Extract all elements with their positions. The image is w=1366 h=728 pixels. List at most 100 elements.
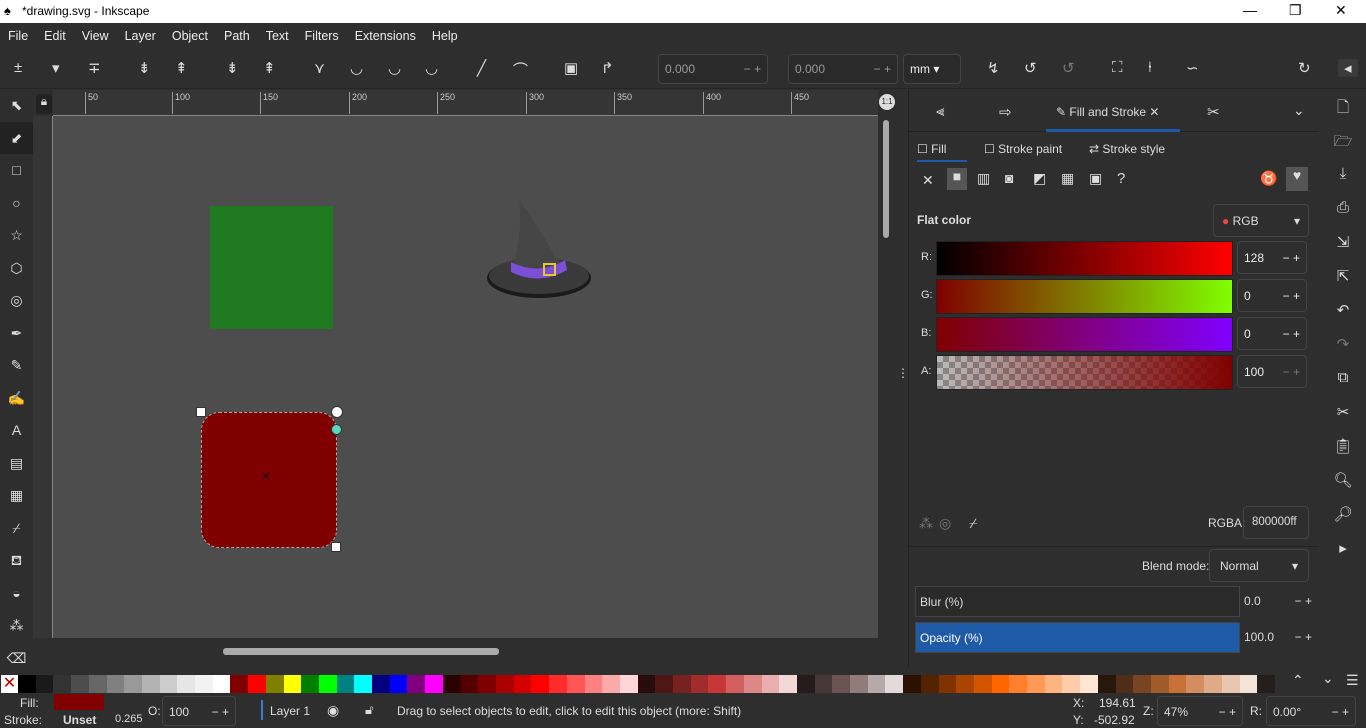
text-tool-icon[interactable]: A [0,414,33,447]
show-outline-icon[interactable]: ↺ [1024,59,1037,77]
path-effect-icon[interactable]: ∽ [1186,59,1199,77]
star-tool-icon[interactable]: ☆ [0,219,33,252]
palette-swatch[interactable] [336,675,355,693]
eraser-tool-icon[interactable]: ⌫ [0,642,33,675]
pen-tool-icon[interactable]: ✒ [0,317,33,350]
show-transform-handles-icon[interactable]: ⛶ [1112,59,1123,76]
canvas[interactable]: × [53,116,878,638]
new-document-icon[interactable]: 🗋︎ [1320,89,1366,123]
stroke-value[interactable]: Unset [63,713,96,727]
palette-swatch[interactable] [850,675,868,693]
export-tab-icon[interactable]: ⇨ [999,103,1012,121]
palette-swatch[interactable] [991,675,1010,693]
palette-swatch[interactable] [885,675,904,693]
save-icon[interactable]: ⤓ [1320,157,1366,191]
tab-fill-and-stroke[interactable]: ✎ Fill and Stroke ✕ [1046,96,1180,132]
palette-swatch[interactable] [53,675,72,693]
palette-swatch[interactable] [177,675,196,693]
radius-handle[interactable] [331,424,342,435]
horizontal-scrollbar[interactable] [53,638,878,666]
paint-bucket-tool-icon[interactable]: ⛾ [0,544,33,577]
delete-node-icon[interactable]: ∓ [88,59,101,77]
color-managed-icon[interactable]: ⁂ [919,515,933,532]
corner-handle[interactable] [196,407,206,417]
palette-swatch[interactable] [1221,675,1240,693]
palette-swatch[interactable] [1204,675,1222,693]
layer-visibility-icon[interactable]: ◉ [327,702,339,719]
palette-swatch[interactable] [1168,675,1187,693]
blur-input[interactable]: 0.0− + [1242,586,1314,617]
palette-swatch[interactable] [920,675,939,693]
palette-swatch[interactable] [35,675,54,693]
out-of-gamut-icon[interactable]: ◎ [939,515,951,532]
pattern-icon[interactable]: ▦ [1061,170,1074,187]
palette-swatch[interactable] [389,675,408,693]
palette-swatch[interactable] [549,675,567,693]
palette-swatch[interactable] [124,675,142,693]
palette-swatch[interactable] [832,675,851,693]
palette-swatch[interactable] [212,675,231,693]
palette-swatch[interactable] [442,675,461,693]
palette-swatch[interactable] [1257,675,1275,693]
subtab-fill[interactable]: ☐ Fill [917,138,967,162]
join-segment-icon[interactable]: ⇟ [226,59,239,77]
palette-swatch[interactable] [230,675,249,693]
delete-segment-icon[interactable]: ⇞ [263,59,276,77]
palette-swatch[interactable] [973,675,992,693]
palette-swatch[interactable] [1239,675,1258,693]
red-slider[interactable] [936,241,1233,276]
node-tool-icon[interactable]: ⬋ [0,121,33,154]
horizontal-scroll-thumb[interactable] [223,648,499,655]
flat-color-icon[interactable]: ■ [947,168,967,190]
menu-edit[interactable]: Edit [36,23,74,49]
insert-dropdown-icon[interactable]: ▾ [52,59,60,77]
paste-icon[interactable]: 📋︎ [1320,429,1366,463]
align-tab-icon[interactable]: ⫷ [936,103,944,120]
y-input[interactable]: 0.000− + [788,54,898,84]
palette-swatch[interactable] [407,675,426,693]
tabs-menu-icon[interactable]: ⌄ [1293,102,1305,119]
x-input[interactable]: 0.000− + [658,54,768,84]
palette-swatch[interactable] [195,675,213,693]
segment-line-icon[interactable]: ╱ [477,59,486,77]
palette-swatch[interactable] [673,675,691,693]
palette-swatch[interactable] [1044,675,1063,693]
menu-layer[interactable]: Layer [117,23,164,49]
cusp-node-icon[interactable]: ⋎ [314,59,325,77]
palette-swatch[interactable] [71,675,89,693]
menu-extensions[interactable]: Extensions [347,23,424,49]
blend-mode-select[interactable]: Normal ▾ [1209,549,1309,582]
green-input[interactable]: 0− + [1237,279,1307,312]
palette-swatch[interactable] [354,675,373,693]
opacity-input[interactable]: 100.0− + [1242,622,1314,653]
smooth-node-icon[interactable]: ◡ [350,59,363,77]
palette-swatch[interactable] [1186,675,1205,693]
palette-scroll-down-icon[interactable]: ⌄ [1322,670,1334,687]
fill-rule-nonzero-icon[interactable]: ♥ [1286,167,1308,191]
palette-swatch[interactable] [637,675,656,693]
palette-swatch[interactable] [425,675,443,693]
palette-swatch[interactable] [1009,675,1028,693]
vertical-scrollbar[interactable] [878,116,896,638]
export-icon[interactable]: ⇱ [1320,259,1366,293]
selector-tool-icon[interactable]: ⬉ [0,89,33,122]
status-opacity-input[interactable]: 100− + [162,696,236,726]
palette-swatch[interactable] [1151,675,1169,693]
break-path-icon[interactable]: ⇞ [175,59,188,77]
menu-help[interactable]: Help [424,23,466,49]
redo-icon[interactable]: ↷ [1320,327,1366,361]
menu-view[interactable]: View [74,23,117,49]
witch-hat-image[interactable] [483,198,595,304]
stroke-width[interactable]: 0.265 [115,713,143,725]
green-rectangle[interactable] [210,206,333,329]
stroke-to-path-icon[interactable]: ↱ [601,59,614,77]
menu-path[interactable]: Path [216,23,258,49]
palette-swatch[interactable] [283,675,302,693]
palette-swatch[interactable] [141,675,160,693]
current-layer[interactable]: Layer 1 [270,704,310,718]
alpha-input[interactable]: 100− + [1237,355,1307,388]
palette-swatch[interactable] [106,675,125,693]
open-file-icon[interactable]: 🗁︎ [1320,123,1366,157]
green-slider[interactable] [936,279,1233,314]
ellipse-tool-icon[interactable]: ○ [0,187,33,220]
